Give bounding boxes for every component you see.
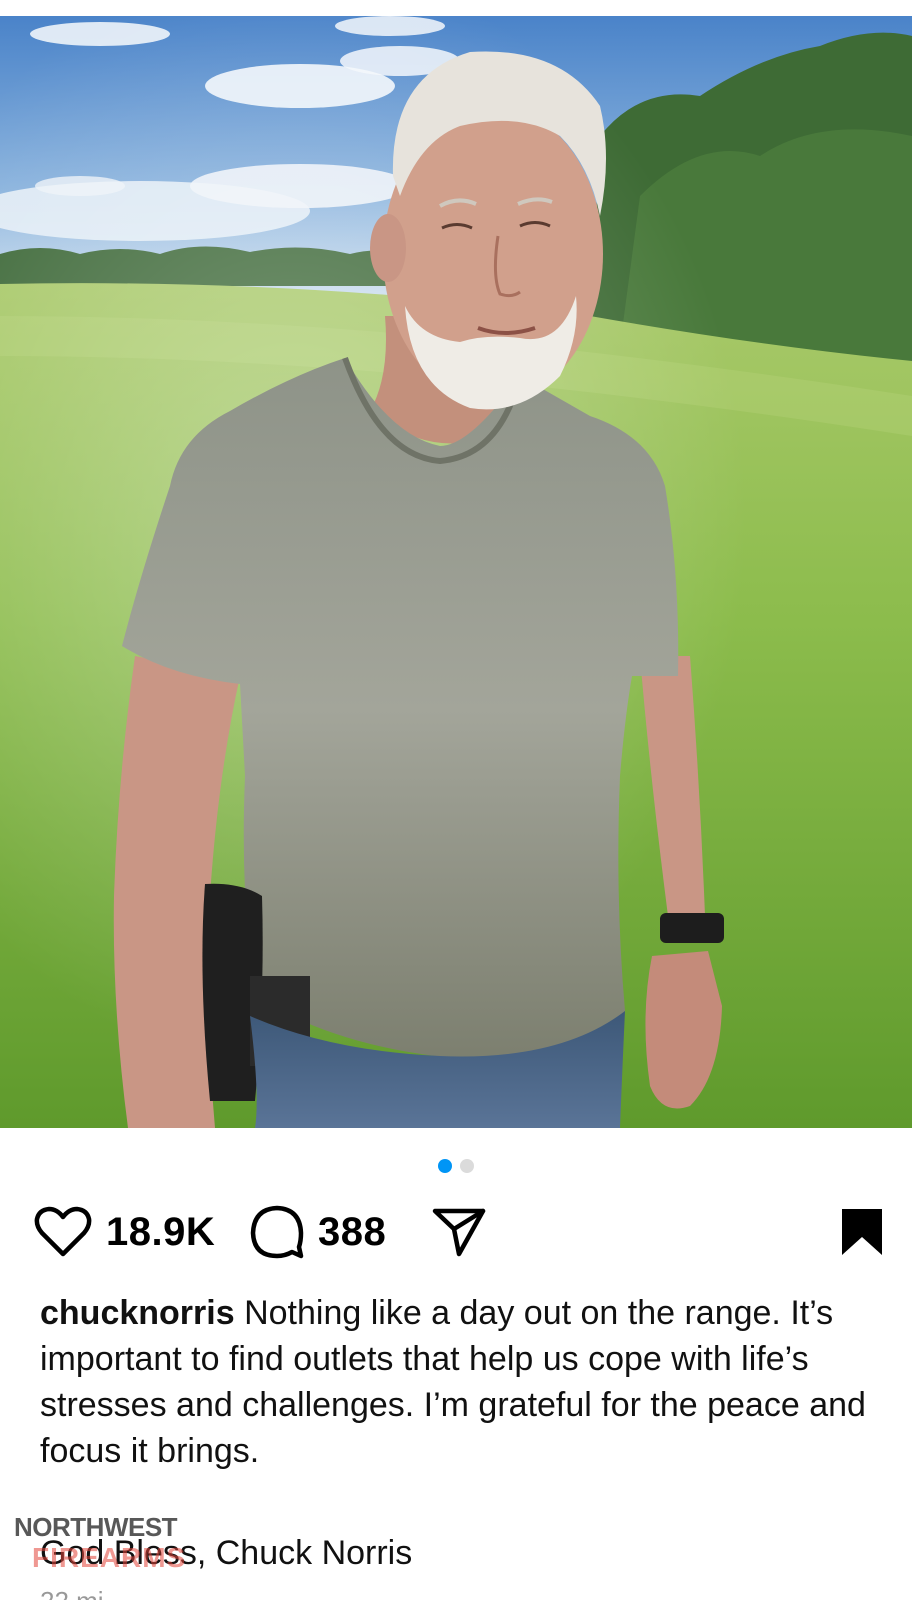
comment-icon bbox=[250, 1205, 304, 1259]
send-icon bbox=[432, 1208, 486, 1257]
post-caption: chucknorris Nothing like a day out on th… bbox=[40, 1290, 890, 1474]
like-count[interactable]: 18.9K bbox=[106, 1212, 215, 1252]
bookmark-icon bbox=[842, 1209, 882, 1255]
carousel-dot-active bbox=[438, 1159, 452, 1173]
heart-icon bbox=[34, 1206, 92, 1257]
post-photo-illustration bbox=[0, 16, 912, 1128]
post-photo[interactable] bbox=[0, 16, 912, 1128]
carousel-dot bbox=[460, 1159, 474, 1173]
watermark-logo: NORTHWEST FIREARMS bbox=[14, 1512, 214, 1574]
post-timestamp: 22 mi bbox=[40, 1586, 104, 1600]
share-button[interactable] bbox=[432, 1200, 486, 1264]
carousel-indicator bbox=[0, 1159, 912, 1173]
top-strip bbox=[0, 0, 912, 16]
like-button[interactable]: 18.9K bbox=[34, 1200, 215, 1264]
comment-count[interactable]: 388 bbox=[318, 1212, 386, 1252]
save-button[interactable] bbox=[840, 1200, 884, 1264]
watermark-line-2: FIREARMS bbox=[32, 1542, 187, 1573]
action-bar: 18.9K 388 bbox=[34, 1200, 884, 1264]
comment-button[interactable]: 388 bbox=[250, 1200, 386, 1264]
watermark-line-1: NORTHWEST bbox=[14, 1512, 178, 1542]
username-link[interactable]: chucknorris bbox=[40, 1294, 235, 1332]
